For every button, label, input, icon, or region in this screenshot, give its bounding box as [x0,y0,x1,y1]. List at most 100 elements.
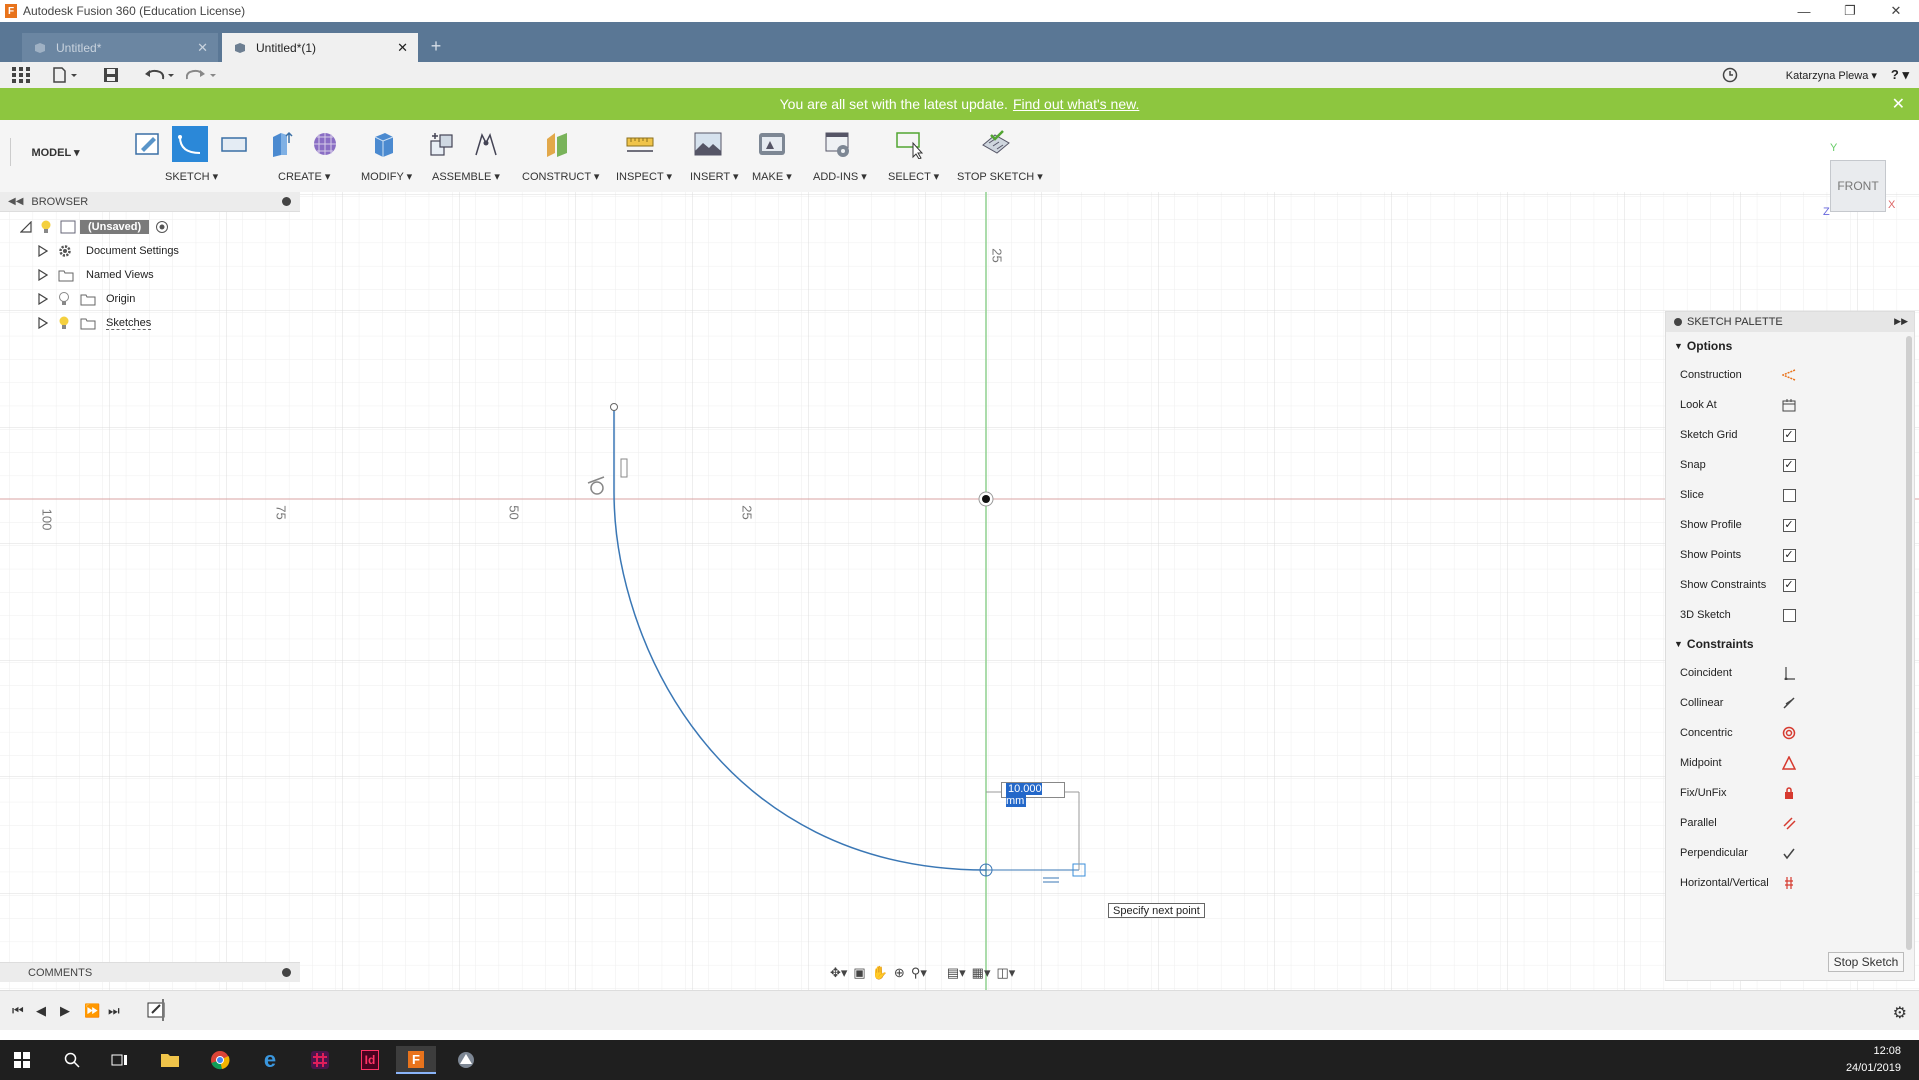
constraint-row[interactable]: Concentric [1666,718,1914,748]
minimize-button[interactable]: — [1781,0,1827,22]
orbit-icon[interactable]: ✥▾ [830,965,847,981]
tab-untitled[interactable]: Untitled* ✕ [22,33,218,62]
assemble-menu[interactable]: ASSEMBLE ▾ [432,170,500,183]
banner-close-icon[interactable]: ✕ [1892,94,1905,114]
close-button[interactable]: ✕ [1873,0,1919,22]
make-3d-print-button[interactable] [754,126,790,162]
step-back-icon[interactable]: ◀ [36,1003,46,1019]
construct-menu[interactable]: CONSTRUCT ▾ [522,170,599,183]
palette-header[interactable]: SKETCH PALETTE ▶▶ [1666,312,1914,332]
collapse-browser-icon[interactable]: ◀◀ [8,196,23,207]
help-menu[interactable]: ? ▾ [1891,67,1909,83]
browser-pin-icon[interactable] [282,197,291,206]
chrome-icon[interactable] [200,1046,240,1074]
inspect-menu[interactable]: INSPECT ▾ [616,170,672,183]
data-panel-icon[interactable] [12,66,30,84]
palette-option-row[interactable]: Show Constraints ✓ [1666,570,1914,600]
tree-item-sketches[interactable]: Sketches [0,312,152,334]
constraint-row[interactable]: Coincident [1666,658,1914,688]
job-status-icon[interactable] [1722,67,1738,83]
palette-option-row[interactable]: Show Profile ✓ [1666,510,1914,540]
timeline-settings-gear-icon[interactable]: ⚙ [1893,1003,1907,1023]
scripts-addins-button[interactable] [820,126,856,162]
arc-tool-button[interactable] [172,126,208,162]
design-canvas[interactable]: 25 100 75 50 25 [0,192,1919,990]
parallel-icon[interactable] [1782,816,1796,830]
edge-icon[interactable]: e [250,1046,290,1074]
expand-triangle-icon[interactable] [38,269,48,281]
stop-sketch-menu[interactable]: STOP SKETCH ▾ [957,170,1043,183]
pan-icon[interactable]: ✋ [872,965,888,981]
tab-close-icon[interactable]: ✕ [397,40,408,56]
file-menu-icon[interactable] [52,66,78,84]
extrude-button[interactable] [264,126,300,162]
midpoint-icon[interactable] [1782,756,1796,770]
timeline-sketch-feature-icon[interactable] [146,999,168,1021]
task-view-icon[interactable] [100,1046,140,1074]
coincident-icon[interactable] [1782,666,1796,680]
expand-triangle-icon[interactable] [38,245,48,257]
stop-sketch-palette-button[interactable]: Stop Sketch [1828,952,1904,972]
undo-icon[interactable] [144,66,174,84]
visibility-bulb-icon[interactable] [40,220,52,234]
horizontal-vertical-icon[interactable] [1782,876,1796,890]
create-menu[interactable]: CREATE ▾ [278,170,330,183]
palette-option-row[interactable]: 3D Sketch [1666,600,1914,630]
construct-plane-button[interactable] [540,126,576,162]
stop-sketch-button[interactable] [978,126,1014,162]
fusion-app-icon[interactable] [446,1046,486,1074]
constraint-row[interactable]: Fix/UnFix [1666,778,1914,808]
select-button[interactable] [892,126,928,162]
constraint-row[interactable]: Perpendicular [1666,838,1914,868]
new-tab-button[interactable]: + [424,34,448,58]
palette-option-checkbox[interactable] [1782,608,1796,622]
go-to-end-icon[interactable]: ⏭ [108,1003,120,1019]
perpendicular-icon[interactable] [1782,846,1796,860]
tree-item-document-settings[interactable]: Document Settings [0,240,179,262]
user-menu[interactable]: Katarzyna Plewa ▾ [1786,69,1877,82]
constraint-row[interactable]: Horizontal/Vertical [1666,868,1914,898]
palette-option-row[interactable]: Slice [1666,480,1914,510]
expand-triangle-icon[interactable] [38,317,48,329]
select-menu[interactable]: SELECT ▾ [888,170,939,183]
redo-icon[interactable] [186,66,216,84]
save-icon[interactable] [103,66,119,84]
palette-option-checkbox[interactable]: ✓ [1782,518,1796,532]
constraint-row[interactable]: Collinear [1666,688,1914,718]
arc-endpoint[interactable] [610,403,618,411]
workspace-selector[interactable]: MODEL ▾ [10,138,100,166]
tab-close-icon[interactable]: ✕ [197,40,208,56]
joint-button[interactable] [468,126,504,162]
rectangle-tool-button[interactable] [216,126,252,162]
add-comment-icon[interactable] [282,968,291,977]
construction-icon[interactable] [1782,368,1796,382]
sketch-menu[interactable]: SKETCH ▾ [165,170,218,183]
comments-panel[interactable]: COMMENTS [0,962,300,982]
palette-option-checkbox[interactable]: ✓ [1782,548,1796,562]
fusion-taskbar-icon[interactable]: F [396,1046,436,1074]
step-forward-icon[interactable]: ⏩ [84,1003,100,1019]
fix-icon[interactable] [1782,786,1796,800]
look-at-icon[interactable] [1782,398,1796,412]
constraint-row[interactable]: Tangent [1666,898,1914,906]
collinear-icon[interactable] [1782,696,1796,710]
constraints-section[interactable]: ▼ Constraints [1666,630,1914,658]
palette-pin-icon[interactable] [1674,318,1682,326]
palette-option-checkbox[interactable]: ✓ [1782,578,1796,592]
tab-untitled-1[interactable]: Untitled*(1) ✕ [222,33,418,62]
concentric-icon[interactable] [1782,726,1796,740]
play-icon[interactable]: ▶ [60,1003,70,1019]
whats-new-link[interactable]: Find out what's new. [1013,96,1139,112]
make-menu[interactable]: MAKE ▾ [752,170,792,183]
palette-option-row[interactable]: Construction [1666,360,1914,390]
display-settings-icon[interactable]: ▤▾ [947,965,966,981]
tree-root[interactable]: (Unsaved) [0,216,169,238]
maximize-button[interactable]: ❐ [1827,0,1873,22]
grid-settings-icon[interactable]: ▦▾ [972,965,991,981]
visibility-bulb-icon[interactable] [58,292,70,306]
palette-option-checkbox[interactable] [1782,488,1796,502]
palette-expand-icon[interactable]: ▶▶ [1894,316,1908,327]
palette-option-row[interactable]: Sketch Grid ✓ [1666,420,1914,450]
insert-menu[interactable]: INSERT ▾ [690,170,739,183]
go-to-start-icon[interactable]: ⏮ [12,1003,24,1019]
